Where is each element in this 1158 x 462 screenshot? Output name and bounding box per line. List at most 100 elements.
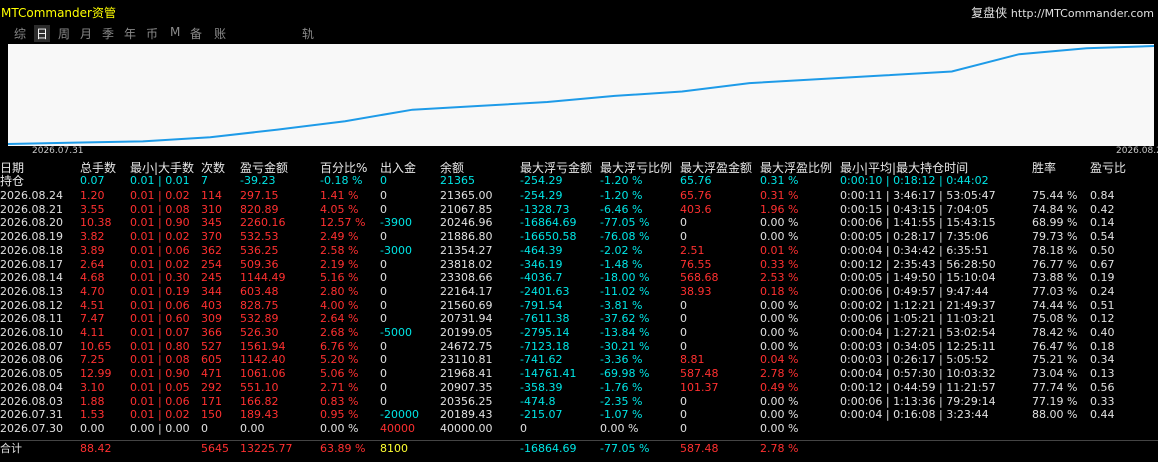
cell-pnl: 166.82 [240,394,279,408]
cell-min-max-lots: 0.00 | 0.00 [130,421,190,435]
cell-hold-time: 0:00:06 | 1:05:21 | 11:03:21 [840,312,996,326]
tab-day[interactable]: 日 [34,25,51,42]
cell-hold-time: 0:00:12 | 2:35:43 | 56:28:50 [840,257,996,271]
cell-max-float-profit: 8.81 [680,353,705,367]
tab-currency[interactable]: 币 [144,25,160,42]
cell-pnl: 828.75 [240,298,279,312]
cell-min-max-lots: 0.01 | 0.06 [130,243,190,257]
cell-total-lots: 3.10 [80,380,105,394]
brand-url[interactable]: http://MTCommander.com [1011,7,1154,20]
cell-max-float-loss: -7123.18 [520,339,570,353]
header-pl-ratio[interactable]: 盈亏比 [1090,161,1126,175]
cell-max-float-profit-pct: 0.31 % [760,174,799,187]
cell-balance: 23818.02 [440,257,493,271]
cell-min-max-lots: 0.01 | 0.80 [130,339,190,353]
cell-win-rate: 76.77 % [1032,257,1078,271]
cell-balance: 22164.17 [440,284,493,298]
tab-notes[interactable]: 备 [188,25,204,42]
cell-date: 2026.08.04 [0,380,63,394]
cell-max-float-profit-pct: 0.49 % [760,380,799,394]
cell-deposit: 0 [380,284,387,298]
tab-quarter[interactable]: 季 [100,25,116,42]
cell-min-max-lots: 0.01 | 0.06 [130,298,190,312]
cell-percent: 5.06 % [320,367,359,381]
cell-max-float-profit-pct: 0.00 % [760,339,799,353]
tab-week[interactable]: 周 [56,25,72,42]
cell-max-float-profit-pct: 2.78 % [760,367,799,381]
cell-pl-ratio: 0.50 [1090,243,1115,257]
header-pnl[interactable]: 盈亏金额 [240,161,288,175]
cell-percent: 2.19 % [320,257,359,271]
table-row: 2026.08.19 3.82 0.01 | 0.02 370 532.53 2.49 %… [0,230,1158,244]
cell-min-max-lots: 0.01 | 0.08 [130,202,190,216]
cell-count: 309 [201,312,222,326]
header-max-float-loss[interactable]: 最大浮亏金额 [520,161,592,175]
cell-max-float-loss-pct: -1.48 % [600,257,643,271]
cell-percent: 2.58 % [320,243,359,257]
cell-min-max-lots: 0.01 | 0.02 [130,408,190,422]
header-count[interactable]: 次数 [201,161,225,175]
header-balance[interactable]: 余额 [440,161,464,175]
cell-count: 605 [201,353,222,367]
cell-max-float-profit: 0 [680,216,687,230]
cell-pl-ratio: 0.54 [1090,230,1115,244]
header-max-float-loss-pct[interactable]: 最大浮亏比例 [600,161,672,175]
cell-deposit: 0 [380,339,387,353]
cell-max-float-loss: -14761.41 [520,367,577,381]
cell-min-max-lots: 0.01 | 0.05 [130,380,190,394]
tab-year[interactable]: 年 [122,25,138,42]
cell-hold-time: 0:00:11 | 3:46:17 | 53:05:47 [840,189,996,202]
table-row: 2026.08.05 12.99 0.01 | 0.90 471 1061.06 5.06… [0,367,1158,381]
tab-summary[interactable]: 综 [12,25,28,42]
cell-max-float-profit: 0 [680,326,687,339]
cell-max-float-loss-pct: -3.81 % [600,298,643,312]
cell-count: 7 [201,174,208,187]
cell-max-float-loss: -2795.14 [520,326,570,339]
cell-deposit: 0 [380,353,387,367]
cell-date: 2026.08.03 [0,394,63,408]
tab-m[interactable]: M [168,25,182,39]
cell-hold-time: 0:00:06 | 1:41:55 | 15:43:15 [840,216,996,230]
header-percent[interactable]: 百分比% [320,161,367,175]
header-max-float-profit-pct[interactable]: 最大浮盈比例 [760,161,832,175]
cell-balance: 20731.94 [440,312,493,326]
cell-balance: 21365.00 [440,189,493,202]
cell-hold-time: 0:00:12 | 0:44:59 | 11:21:57 [840,380,996,394]
cell-date: 2026.08.05 [0,367,63,381]
cell-balance: 23308.66 [440,271,493,285]
cell-win-rate: 76.47 % [1032,339,1078,353]
tab-month[interactable]: 月 [78,25,94,42]
header-win-rate[interactable]: 胜率 [1032,161,1056,175]
cell-max-float-profit-pct: 1.96 % [760,202,799,216]
header-min-max-lots[interactable]: 最小|大手数 [130,161,194,175]
cell-total-lots: 7.47 [80,312,105,326]
header-total-lots[interactable]: 总手数 [80,161,116,175]
cell-deposit: 0 [380,367,387,381]
title-bar: MTCommander资管 复盘侠 http://MTCommander.com [0,0,1158,22]
header-max-float-profit[interactable]: 最大浮盈金额 [680,161,752,175]
cell-win-rate: 77.03 % [1032,284,1078,298]
cell-balance: 21354.27 [440,243,493,257]
cell-max-float-loss-pct: -6.46 % [600,202,643,216]
cell-date: 2026.08.11 [0,312,63,326]
cell-total-lots: 3.89 [80,243,105,257]
cell-count: 150 [201,408,222,422]
header-deposit[interactable]: 出入金 [380,161,416,175]
cell-count: 366 [201,326,222,339]
cell-date: 2026.08.10 [0,326,63,339]
cell-count: 0 [201,421,208,435]
cell-count: 362 [201,243,222,257]
cell-date: 2026.08.07 [0,339,63,353]
cell-pl-ratio: 0.56 [1090,380,1115,394]
cell-pnl: 551.10 [240,380,279,394]
cell-pl-ratio: 0.67 [1090,257,1115,271]
cell-count: 345 [201,216,222,230]
table-row: 2026.08.21 3.55 0.01 | 0.08 310 820.89 4.05 %… [0,203,1158,217]
table-row: 2026.08.12 4.51 0.01 | 0.06 403 828.75 4.00 %… [0,299,1158,313]
cell-win-rate: 78.18 % [1032,243,1078,257]
brand[interactable]: 复盘侠 http://MTCommander.com [971,4,1154,21]
cell-max-float-profit-pct: 2.78 % [760,442,799,455]
cell-max-float-profit: 38.93 [680,284,712,298]
header-date[interactable]: 日期 [0,161,24,175]
header-hold-time[interactable]: 最小|平均|最大持仓时间 [840,161,968,175]
